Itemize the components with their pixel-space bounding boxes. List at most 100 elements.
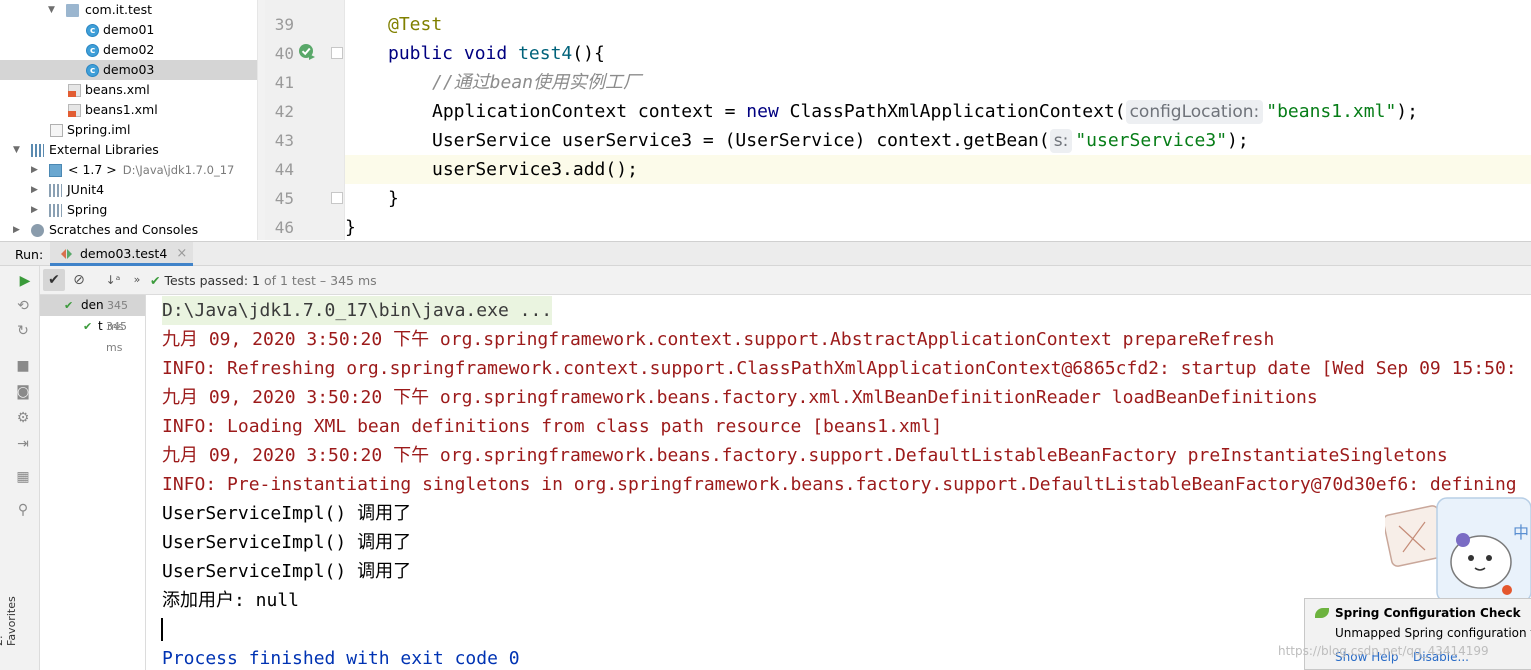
rerun-icon[interactable]: ▶: [17, 273, 33, 289]
line-number: 40: [274, 44, 294, 63]
text-caret: [161, 618, 163, 641]
show-passed-icon[interactable]: ✔: [43, 269, 65, 291]
jar-icon: [49, 204, 62, 217]
tree-item-label: External Libraries: [49, 142, 159, 157]
tree-item-label: Spring.iml: [67, 122, 131, 137]
more-options-icon[interactable]: »: [126, 269, 148, 291]
test-results-tree: ✔ den 345 ms ✔ t 345 ms: [40, 295, 146, 670]
project-tree: ▼ com.it.test demo01 demo02 demo03 beans…: [0, 0, 258, 240]
stop-icon[interactable]: ■: [15, 358, 31, 374]
tab-label: demo03.test4: [80, 246, 168, 261]
collapsed-arrow-icon[interactable]: ▶: [13, 220, 20, 240]
code-line-41: //通过bean使用实例工厂: [345, 68, 1531, 97]
line-number: 39: [274, 15, 294, 34]
string-literal: "beans1.xml": [1266, 101, 1397, 122]
collapsed-arrow-icon[interactable]: ▶: [31, 200, 38, 220]
close-icon[interactable]: ×: [176, 242, 187, 266]
method-name: test4: [518, 43, 573, 64]
xml-file-icon: [68, 84, 81, 97]
code-text: );: [1227, 130, 1249, 151]
test-config-icon: [61, 249, 72, 259]
line-number: 43: [274, 131, 294, 150]
test-node-class[interactable]: ✔ den 345 ms: [40, 295, 145, 333]
console-line: D:\Java\jdk1.7.0_17\bin\java.exe ...: [162, 296, 553, 325]
keyword-new: new: [746, 101, 779, 122]
tree-item-label: com.it.test: [85, 2, 153, 17]
watermark-text: https://blog.csdn.net/qq_43414199: [1278, 644, 1489, 658]
string-literal: "userService3": [1075, 130, 1228, 151]
jdk-path: D:\Java\jdk1.7.0_17: [122, 163, 235, 177]
pin-icon[interactable]: ⚲: [15, 502, 31, 518]
test-node-label: t: [98, 319, 103, 333]
jdk-icon: [49, 164, 62, 177]
tree-item-label: < 1.7 >: [68, 162, 117, 177]
status-count: 1: [252, 273, 260, 288]
tree-item-label: beans.xml: [85, 82, 150, 97]
test-node-label: den: [81, 298, 104, 312]
code-text: }: [388, 188, 399, 209]
tree-item-label: demo02: [103, 42, 155, 57]
passed-check-icon: ✔: [150, 273, 161, 288]
camera-icon[interactable]: ◙: [15, 384, 31, 400]
tree-item-spring[interactable]: ▶ Spring: [0, 200, 257, 220]
show-ignored-icon[interactable]: ⊘: [68, 269, 90, 291]
code-editor[interactable]: @Test public void test4(){ //通过bean使用实例工…: [345, 0, 1531, 240]
favorites-side-tab[interactable]: 2: Favorites: [0, 596, 18, 646]
tree-item-com-it-test[interactable]: ▼ com.it.test: [0, 0, 257, 20]
expanded-arrow-icon[interactable]: ▼: [13, 140, 20, 160]
settings-gear-icon[interactable]: ⚙: [15, 410, 31, 426]
line-number: 44: [274, 160, 294, 179]
console-line: 九月 09, 2020 3:50:20 下午 org.springframewo…: [162, 329, 1275, 350]
spring-leaf-icon: [1315, 608, 1329, 618]
fold-marker-icon[interactable]: [331, 192, 343, 204]
tree-item-demo01[interactable]: demo01: [0, 20, 257, 41]
collapsed-arrow-icon[interactable]: ▶: [31, 180, 38, 200]
tree-item-external-libraries[interactable]: ▼ External Libraries: [0, 140, 257, 160]
cartoon-sticker-image: 中: [1385, 497, 1531, 603]
line-number: 41: [274, 73, 294, 92]
sort-icon[interactable]: ↓ᵃ: [102, 269, 124, 291]
tree-item-label: beans1.xml: [85, 102, 158, 117]
exit-icon[interactable]: ⇥: [15, 436, 31, 452]
tree-item-label: Spring: [67, 202, 108, 217]
tab-demo03-test4[interactable]: demo03.test4 ×: [50, 242, 194, 266]
toggle-autotest-icon[interactable]: ↻: [15, 323, 31, 339]
code-line-46: }: [345, 213, 1531, 240]
tree-item-spring-iml[interactable]: Spring.iml: [0, 120, 257, 140]
code-line-44-current: userService3.add();: [345, 155, 1531, 184]
status-prefix: Tests passed:: [164, 273, 249, 288]
run-test-gutter-icon[interactable]: [298, 43, 316, 61]
parameter-hint: configLocation:: [1125, 100, 1264, 124]
expanded-arrow-icon[interactable]: ▼: [48, 0, 55, 20]
tree-item-beans-xml[interactable]: beans.xml: [0, 80, 257, 100]
test-node-method[interactable]: ✔ t 345 ms: [40, 316, 145, 354]
status-suffix: of 1 test – 345 ms: [263, 273, 377, 288]
layout-icon[interactable]: ▦: [15, 469, 31, 485]
console-line: Process finished with exit code 0: [162, 648, 520, 669]
code-text: UserService userService3 = (UserService)…: [432, 130, 1050, 151]
notification-title: Spring Configuration Check: [1335, 606, 1521, 620]
fold-marker-icon[interactable]: [331, 47, 343, 59]
tree-item-demo02[interactable]: demo02: [0, 40, 257, 61]
keyword-public: public: [388, 43, 454, 64]
passed-check-icon: ✔: [83, 320, 93, 333]
tree-item-demo03[interactable]: demo03: [0, 60, 257, 81]
line-number: 42: [274, 102, 294, 121]
notification-text: Unmapped Spring configuration f: [1335, 626, 1531, 640]
tree-item-junit4[interactable]: ▶ JUnit4: [0, 180, 257, 200]
code-text: }: [345, 217, 356, 238]
jar-icon: [49, 184, 62, 197]
collapsed-arrow-icon[interactable]: ▶: [31, 160, 38, 180]
parameter-hint: s:: [1049, 129, 1073, 153]
line-number: 45: [274, 189, 294, 208]
library-icon: [31, 144, 44, 157]
code-text: );: [1396, 101, 1418, 122]
tree-item-beans1-xml[interactable]: beans1.xml: [0, 100, 257, 120]
tree-item-jdk[interactable]: ▶ < 1.7 > D:\Java\jdk1.7.0_17: [0, 160, 257, 180]
tree-item-scratches[interactable]: ▶ Scratches and Consoles: [0, 220, 257, 240]
code-text: userService3.add();: [432, 159, 638, 180]
tree-scrollbar[interactable]: [258, 0, 265, 240]
console-line: 九月 09, 2020 3:50:20 下午 org.springframewo…: [162, 445, 1448, 466]
code-line-39: @Test: [345, 10, 1531, 39]
rerun-failed-icon[interactable]: ⟲: [15, 298, 31, 314]
